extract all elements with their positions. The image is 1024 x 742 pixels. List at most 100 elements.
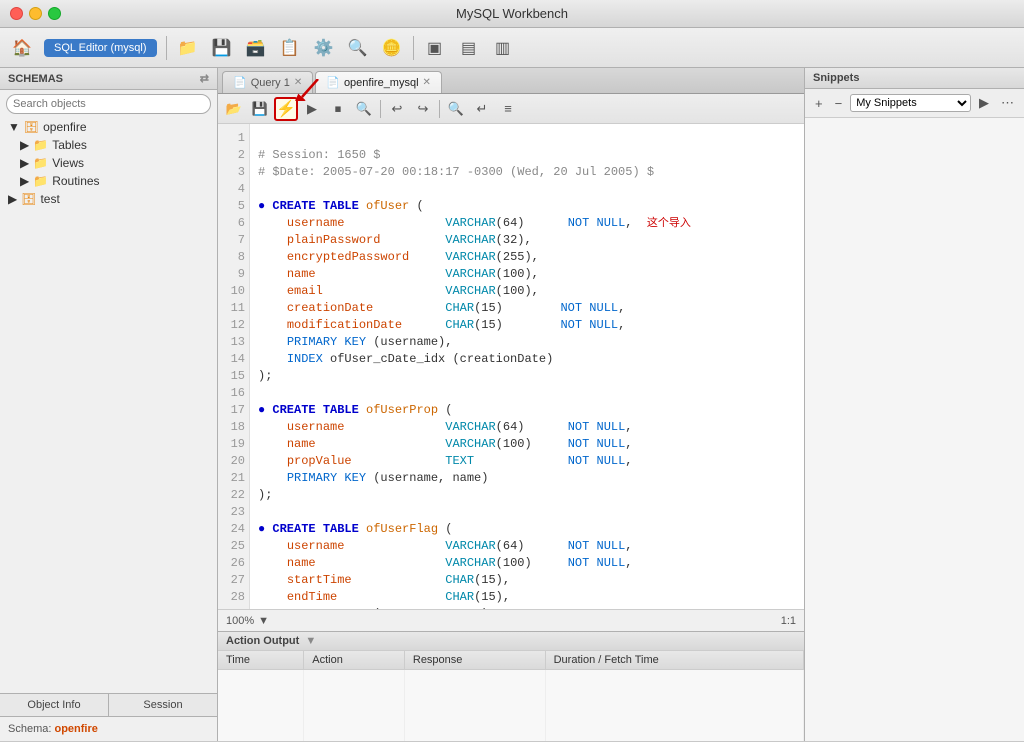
editor-snippets-area: 📄 Query 1 ✕ 📄 openfire_mysql ✕ 📂	[218, 68, 1024, 741]
code-editor: 12345 678910 1112131415 1617181920 21222…	[218, 124, 804, 609]
test-label: test	[40, 192, 59, 206]
sql-editor-toolbar: 📂 💾 ⚡	[218, 94, 804, 124]
window-title: MySQL Workbench	[456, 6, 568, 21]
tables-folder-icon: 📁	[33, 138, 48, 152]
snippets-header: Snippets	[805, 68, 1024, 89]
toolbar-separator-1	[166, 36, 167, 60]
sql-toolbar-sep1	[380, 100, 381, 118]
sql-editor-tab[interactable]: SQL Editor (mysql)	[44, 39, 157, 57]
openfire-mysql-tab[interactable]: 📄 openfire_mysql ✕	[315, 71, 442, 93]
maximize-button[interactable]	[48, 7, 61, 20]
arrow-down-icon: ▼	[8, 120, 20, 134]
open-file-button[interactable]: 📁	[172, 32, 204, 64]
execute-button[interactable]: ⚡	[274, 97, 298, 121]
action-output-header: Action Output ▼	[218, 632, 804, 651]
save-button[interactable]: 💾	[206, 32, 238, 64]
cursor-position: 1:1	[781, 615, 796, 627]
output-cell-3	[404, 670, 545, 742]
views-folder-icon: 📁	[33, 156, 48, 170]
layout-button-3[interactable]: ▥	[487, 32, 519, 64]
tree-views[interactable]: ▶ 📁 Views	[0, 154, 217, 172]
search-schemas-input[interactable]	[6, 94, 211, 114]
window-controls	[10, 7, 61, 20]
line-numbers: 12345 678910 1112131415 1617181920 21222…	[218, 124, 250, 609]
sidebar-tabs: Object Info Session	[0, 693, 217, 716]
session-tab[interactable]: Session	[109, 694, 217, 716]
arrow-right-icon: ▶	[20, 138, 29, 152]
undo-button[interactable]: ↩	[385, 97, 409, 121]
snippet-add-button[interactable]: +	[811, 94, 827, 113]
schema-openfire[interactable]: ▼ 🗄 openfire	[0, 118, 217, 136]
main-content: SCHEMAS ⇄ ▼ 🗄 openfire ▶ 📁	[0, 68, 1024, 741]
zoom-down-icon[interactable]: ▼	[258, 615, 269, 627]
snippets-selector[interactable]: My Snippets	[850, 94, 971, 112]
query1-tab-icon: 📄	[233, 76, 247, 89]
minimize-button[interactable]	[29, 7, 42, 20]
schema-openfire-label: openfire	[43, 120, 86, 134]
arrow-right-icon-3: ▶	[20, 174, 29, 188]
snippet-delete-button[interactable]: −	[831, 94, 847, 113]
routines-folder-icon: 📁	[33, 174, 48, 188]
search-button[interactable]: 🔍	[342, 32, 374, 64]
output-cell-1	[218, 670, 304, 742]
snippets-panel: Snippets + − My Snippets ▶ ⋯	[804, 68, 1024, 741]
coin-button[interactable]: 🪙	[376, 32, 408, 64]
main-toolbar: 🏠 SQL Editor (mysql) 📁 💾 🗃️ 📋 ⚙️ 🔍 🪙 ▣ ▤…	[0, 28, 1024, 68]
action-output-label: Action Output	[226, 635, 299, 647]
save-sql-button[interactable]: 💾	[248, 97, 272, 121]
search-schemas-container	[6, 94, 211, 114]
col-duration: Duration / Fetch Time	[545, 651, 803, 670]
col-action: Action	[304, 651, 405, 670]
execute-current-button[interactable]: ▶	[300, 97, 324, 121]
zoom-control: 100% ▼	[226, 615, 269, 627]
redo-button[interactable]: ↪	[411, 97, 435, 121]
query1-tab-label: Query 1	[251, 77, 290, 89]
table-button[interactable]: 📋	[274, 32, 306, 64]
editor-status-bar: 100% ▼ 1:1	[218, 609, 804, 631]
action-output-toggle[interactable]: ▼	[305, 635, 316, 647]
schema-button[interactable]: 🗃️	[240, 32, 272, 64]
home-button[interactable]: 🏠	[6, 32, 38, 64]
arrow-right-icon-4: ▶	[8, 192, 17, 206]
sql-toolbar-sep2	[439, 100, 440, 118]
object-info-tab[interactable]: Object Info	[0, 694, 109, 716]
snippets-label: Snippets	[813, 72, 859, 84]
schema-test[interactable]: ▶ 🗄 test	[0, 190, 217, 208]
output-cell-2	[304, 670, 405, 742]
schemas-header: SCHEMAS ⇄	[0, 68, 217, 90]
query1-tab[interactable]: 📄 Query 1 ✕	[222, 71, 313, 93]
word-wrap-button[interactable]: ↵	[470, 97, 494, 121]
stop-button[interactable]: ⏹	[326, 97, 350, 121]
snippet-more-button[interactable]: ⋯	[997, 93, 1018, 113]
zoom-value: 100%	[226, 615, 254, 627]
openfire-tab-close[interactable]: ✕	[423, 77, 431, 88]
query1-tab-close[interactable]: ✕	[294, 77, 302, 88]
views-label: Views	[52, 156, 84, 170]
sidebar: SCHEMAS ⇄ ▼ 🗄 openfire ▶ 📁	[0, 68, 218, 741]
schemas-expand-icon[interactable]: ⇄	[200, 72, 209, 85]
editor-column: 📄 Query 1 ✕ 📄 openfire_mysql ✕ 📂	[218, 68, 804, 741]
tree-routines[interactable]: ▶ 📁 Routines	[0, 172, 217, 190]
schema-info: Schema: openfire	[0, 716, 217, 741]
schemas-label: SCHEMAS	[8, 73, 63, 85]
code-content[interactable]: # Session: 1650 $ # $Date: 2005-07-20 00…	[250, 124, 804, 609]
snippet-run-button[interactable]: ▶	[975, 93, 993, 113]
col-response: Response	[404, 651, 545, 670]
arrow-right-icon-2: ▶	[20, 156, 29, 170]
explain-button[interactable]: 🔍	[352, 97, 376, 121]
search-sql-button[interactable]: 🔍	[444, 97, 468, 121]
routine-button[interactable]: ⚙️	[308, 32, 340, 64]
open-sql-button[interactable]: 📂	[222, 97, 246, 121]
layout-button-2[interactable]: ▤	[453, 32, 485, 64]
output-cell-4	[545, 670, 803, 742]
editor-tab-bar: 📄 Query 1 ✕ 📄 openfire_mysql ✕	[218, 68, 804, 94]
close-button[interactable]	[10, 7, 23, 20]
output-row-empty	[218, 670, 804, 742]
openfire-tab-label: openfire_mysql	[344, 77, 419, 89]
format-button[interactable]: ≡	[496, 97, 520, 121]
layout-button-1[interactable]: ▣	[419, 32, 451, 64]
tables-label: Tables	[52, 138, 87, 152]
title-bar: MySQL Workbench	[0, 0, 1024, 28]
col-time: Time	[218, 651, 304, 670]
tree-tables[interactable]: ▶ 📁 Tables	[0, 136, 217, 154]
